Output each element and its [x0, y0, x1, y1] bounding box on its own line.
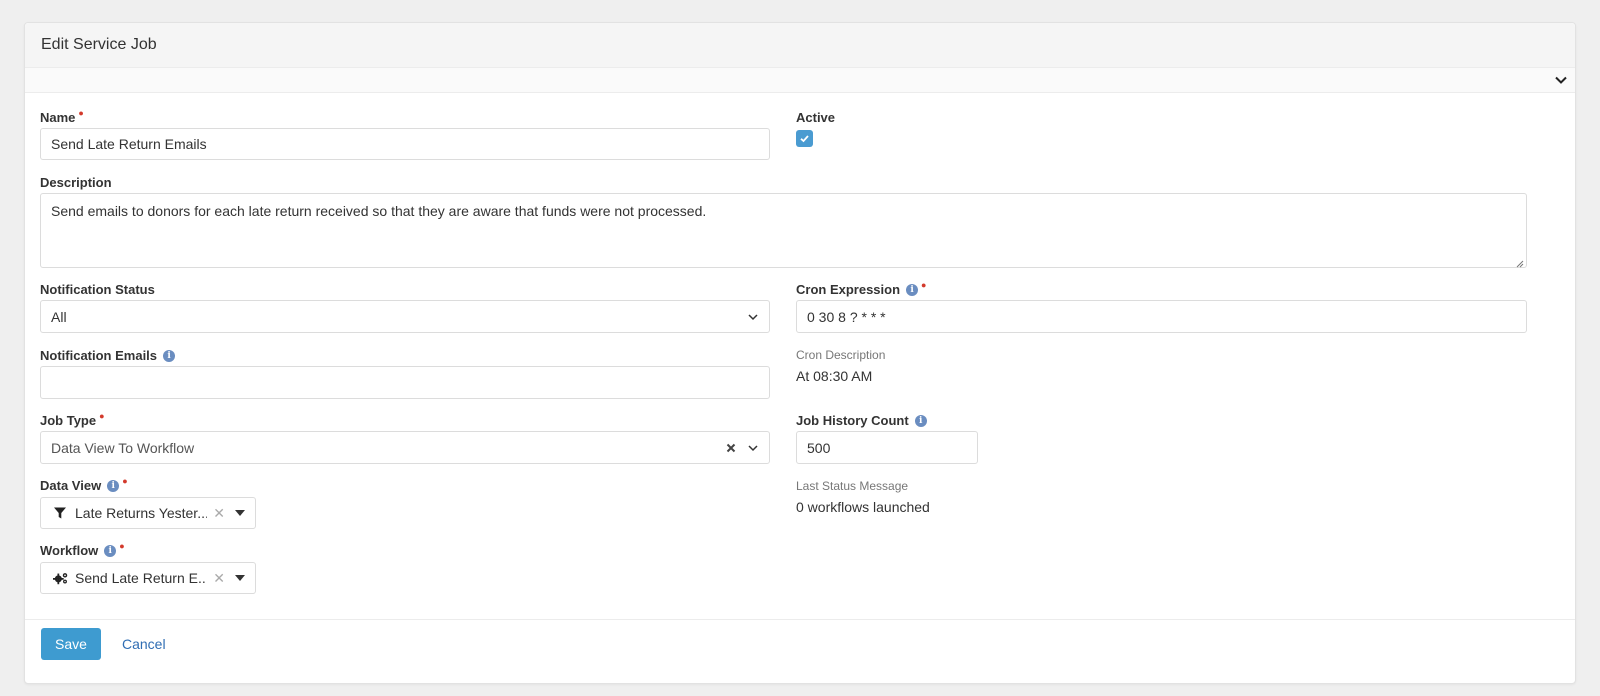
name-label: Name ● — [40, 107, 84, 126]
job-type-value: Data View To Workflow — [51, 439, 195, 456]
job-history-count-input[interactable]: 500 — [796, 431, 978, 464]
chevron-down-icon — [748, 313, 758, 320]
check-icon — [800, 135, 809, 143]
info-icon[interactable]: i — [107, 479, 120, 492]
chevron-down-icon[interactable] — [1553, 72, 1569, 88]
data-view-value: Late Returns Yester... — [75, 505, 208, 521]
job-history-count-label: Job History Count i — [796, 413, 927, 428]
required-icon: ● — [119, 540, 125, 551]
caret-down-icon[interactable] — [235, 510, 245, 516]
job-type-select[interactable]: Data View To Workflow — [40, 431, 770, 464]
info-icon[interactable]: i — [906, 283, 919, 296]
required-icon: ● — [122, 475, 128, 486]
last-status-message-label: Last Status Message — [796, 479, 909, 493]
last-status-message-value: 0 workflows launched — [796, 499, 930, 515]
required-icon: ● — [78, 107, 84, 118]
clear-icon[interactable]: ✕ — [213, 505, 225, 522]
cron-description-label: Cron Description — [796, 348, 886, 362]
resize-handle-icon[interactable] — [1514, 255, 1524, 268]
name-input[interactable]: Send Late Return Emails — [40, 128, 770, 160]
save-button[interactable]: Save — [41, 628, 101, 660]
panel-title: Edit Service Job — [41, 36, 157, 53]
active-label: Active — [796, 110, 836, 125]
notification-status-select[interactable]: All — [40, 300, 770, 333]
workflow-label: Workflow i ● — [40, 540, 125, 559]
workflow-value: Send Late Return E... — [75, 570, 208, 586]
info-icon[interactable]: i — [104, 544, 117, 557]
clear-icon[interactable] — [725, 442, 737, 454]
panel-header: Edit Service Job — [25, 23, 1575, 68]
workflow-picker[interactable]: Send Late Return E... ✕ — [40, 562, 256, 594]
filter-icon — [53, 505, 69, 521]
info-icon[interactable]: i — [914, 414, 927, 427]
job-type-label: Job Type ● — [40, 410, 105, 429]
footer-divider — [25, 619, 1575, 620]
cron-description-value: At 08:30 AM — [796, 368, 873, 384]
clear-icon[interactable]: ✕ — [213, 570, 225, 587]
cancel-button[interactable]: Cancel — [122, 636, 166, 652]
panel-subbar — [25, 68, 1575, 93]
cron-expression-input[interactable]: 0 30 8 ? * * * — [796, 300, 1527, 333]
caret-down-icon[interactable] — [235, 575, 245, 581]
cron-expression-label: Cron Expression i ● — [796, 279, 927, 298]
required-icon: ● — [921, 279, 927, 290]
notification-emails-input[interactable] — [40, 366, 770, 399]
chevron-down-icon[interactable] — [747, 442, 759, 454]
required-icon: ● — [99, 410, 105, 421]
gears-icon — [53, 570, 69, 586]
data-view-picker[interactable]: Late Returns Yester... ✕ — [40, 497, 256, 529]
info-icon[interactable]: i — [163, 349, 176, 362]
active-checkbox[interactable] — [796, 130, 813, 147]
description-label: Description — [40, 175, 112, 190]
description-text: Send emails to donors for each late retu… — [51, 203, 707, 219]
notification-status-value: All — [51, 308, 67, 325]
data-view-label: Data View i ● — [40, 475, 128, 494]
notification-status-label: Notification Status — [40, 282, 155, 297]
notification-emails-label: Notification Emails i — [40, 348, 176, 363]
description-textarea[interactable]: Send emails to donors for each late retu… — [40, 193, 1527, 268]
